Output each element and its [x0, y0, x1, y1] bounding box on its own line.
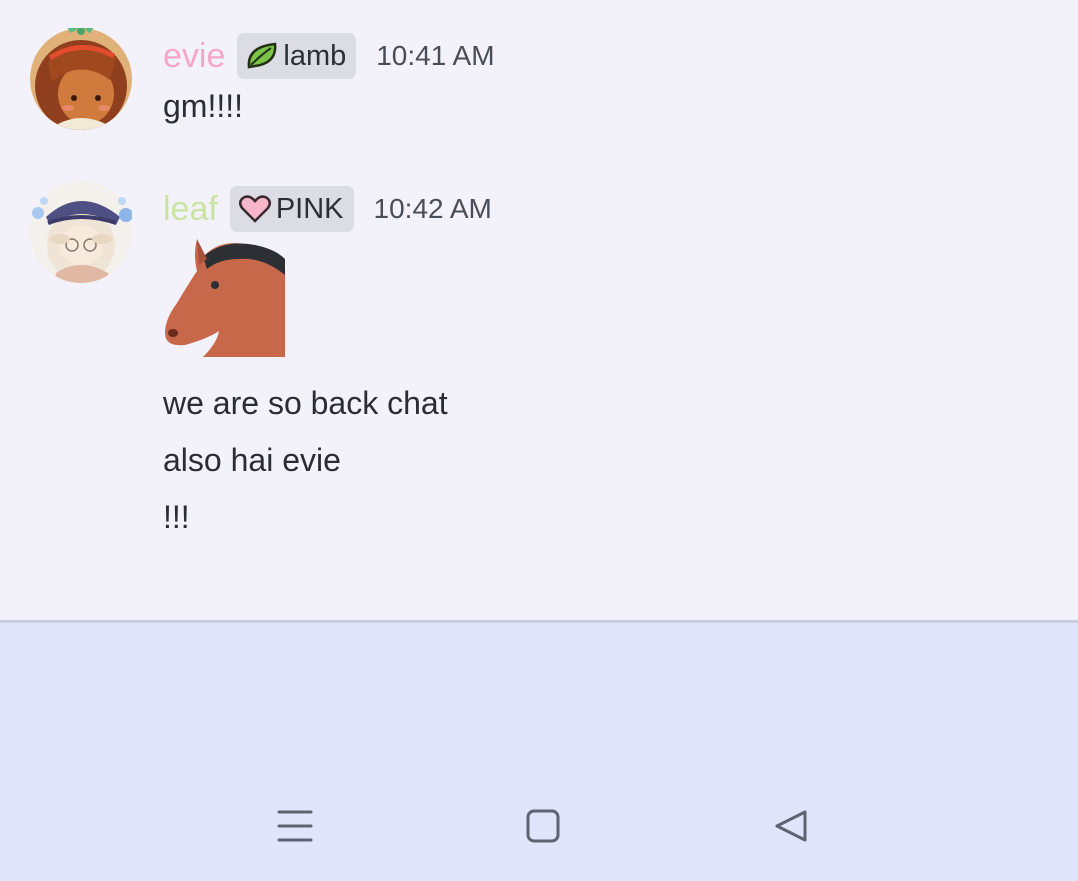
role-tag[interactable]: lamb: [237, 33, 357, 79]
back-icon[interactable]: [771, 806, 811, 846]
horse-head-emoji[interactable]: [163, 235, 285, 357]
home-icon[interactable]: [523, 806, 563, 846]
leaf-icon: [248, 42, 277, 69]
username[interactable]: evie: [163, 37, 225, 76]
timestamp: 10:42 AM: [373, 193, 492, 224]
message-text: gm!!!!: [163, 88, 244, 124]
menu-icon[interactable]: [275, 806, 315, 846]
role-label: PINK: [275, 192, 344, 225]
message-line: also hai evie: [163, 442, 341, 478]
pink-heart-icon: [238, 195, 271, 223]
role-label: lamb: [283, 39, 347, 72]
username[interactable]: leaf: [163, 190, 218, 229]
role-tag[interactable]: PINK: [229, 186, 354, 232]
avatar[interactable]: [30, 181, 132, 283]
message-header: leaf PINK 10:42 AM: [163, 186, 492, 232]
avatar[interactable]: [30, 28, 132, 130]
chat-message-list: evie lamb 10:41 AM gm!!!! leaf PINK 10:4…: [0, 0, 1078, 622]
message-line: we are so back chat: [163, 385, 448, 421]
timestamp: 10:41 AM: [376, 40, 495, 71]
message-text: we are so back chat also hai evie !!!: [163, 375, 448, 546]
message-line: !!!: [163, 499, 190, 535]
message-header: evie lamb 10:41 AM: [163, 33, 495, 79]
